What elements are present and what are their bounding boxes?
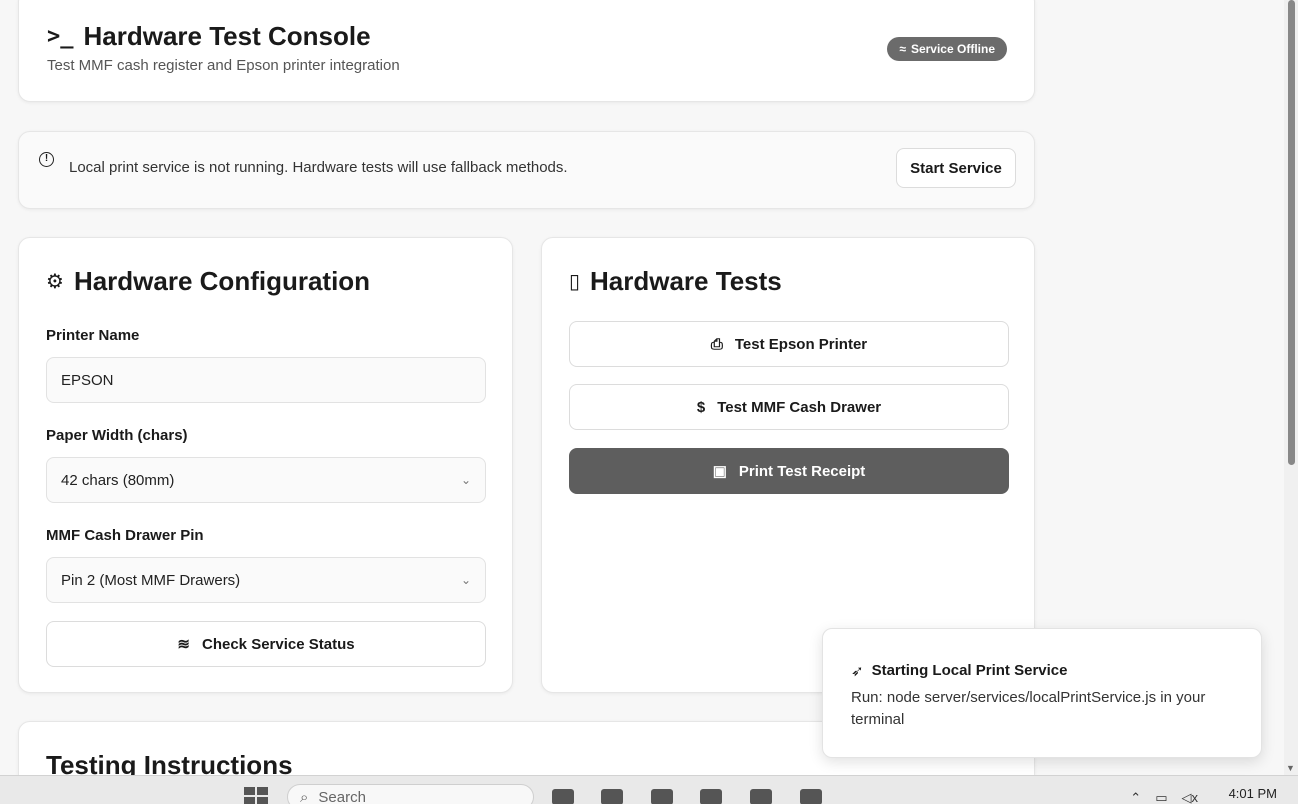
test-epson-printer-label: Test Epson Printer	[734, 335, 868, 353]
status-badge: ≈ Service Offline	[887, 37, 1007, 61]
chrome-icon[interactable]	[800, 789, 822, 804]
vertical-scrollbar[interactable]: ▼	[1284, 0, 1298, 775]
alert-message: Local print service is not running. Hard…	[69, 159, 568, 176]
tests-title-row: ▯ Hardware Tests	[569, 266, 782, 297]
configuration-title-row: ⚙ Hardware Configuration	[46, 266, 370, 297]
network-icon[interactable]: ▭	[1155, 790, 1167, 804]
test-tube-icon: ▯	[569, 271, 581, 293]
paper-width-value: 42 chars (80mm)	[61, 471, 175, 489]
terminal-icon: >_	[47, 24, 74, 49]
taskbar: ⌕ Search ⌃ ▭ ◁x 4:01 PM	[0, 775, 1298, 804]
page-title: Hardware Test Console	[83, 21, 371, 51]
print-test-receipt-label: Print Test Receipt	[738, 462, 866, 480]
scroll-down-icon[interactable]: ▼	[1286, 763, 1295, 773]
cash-drawer-pin-select[interactable]: Pin 2 (Most MMF Drawers) ⌄	[46, 557, 486, 603]
teams-icon[interactable]	[601, 789, 623, 804]
receipt-icon: ▣	[712, 463, 727, 480]
chevron-down-icon: ⌄	[460, 473, 471, 487]
service-alert: ! Local print service is not running. Ha…	[18, 131, 1035, 209]
toast-notification[interactable]: ➶ Starting Local Print Service Run: node…	[822, 628, 1262, 758]
dollar-icon: $	[696, 398, 706, 416]
search-icon: ⌕	[300, 788, 309, 804]
search-placeholder: Search	[318, 788, 366, 804]
windows-start-icon[interactable]	[244, 787, 268, 804]
status-badge-label: Service Offline	[910, 42, 995, 56]
check-service-status-label: Check Service Status	[202, 635, 355, 653]
hardware-tests-card: ▯ Hardware Tests ⎙ Test Epson Printer $ …	[541, 237, 1035, 693]
printer-icon: ⎙	[710, 335, 723, 353]
printer-name-label: Printer Name	[46, 327, 140, 344]
printer-name-value: EPSON	[61, 371, 114, 389]
configuration-title: Hardware Configuration	[73, 266, 371, 296]
wifi-icon: ≋	[177, 636, 190, 653]
paper-width-select[interactable]: 42 chars (80mm) ⌄	[46, 457, 486, 503]
hardware-configuration-card: ⚙ Hardware Configuration Printer Name EP…	[18, 237, 513, 693]
start-service-button[interactable]: Start Service	[896, 148, 1016, 188]
rocket-icon: ➶	[851, 663, 864, 680]
taskbar-search-input[interactable]: ⌕ Search	[287, 784, 534, 804]
header-card: >_ Hardware Test Console Test MMF cash r…	[18, 0, 1035, 102]
paper-width-label: Paper Width (chars)	[46, 427, 188, 444]
browser-icon[interactable]	[700, 789, 722, 804]
taskbar-clock[interactable]: 4:01 PM	[1229, 786, 1277, 801]
task-view-icon[interactable]	[552, 789, 574, 804]
toast-title: Starting Local Print Service	[871, 662, 1068, 679]
volume-icon[interactable]: ◁x	[1182, 790, 1199, 804]
system-tray: ⌃ ▭ ◁x	[1130, 790, 1198, 804]
toast-title-row: ➶ Starting Local Print Service	[851, 662, 1067, 680]
test-cash-drawer-button[interactable]: $ Test MMF Cash Drawer	[569, 384, 1009, 430]
test-cash-drawer-label: Test MMF Cash Drawer	[717, 398, 882, 416]
chevron-down-icon: ⌄	[460, 573, 471, 587]
title-row: >_ Hardware Test Console	[47, 21, 371, 52]
check-service-status-button[interactable]: ≋ Check Service Status	[46, 621, 486, 667]
print-test-receipt-button[interactable]: ▣ Print Test Receipt	[569, 448, 1009, 494]
scrollbar-thumb[interactable]	[1288, 0, 1295, 465]
cash-drawer-pin-label: MMF Cash Drawer Pin	[46, 527, 204, 544]
wifi-off-icon: ≈	[899, 42, 906, 56]
app-icon[interactable]	[651, 789, 673, 804]
file-explorer-icon[interactable]	[750, 789, 772, 804]
toast-message: Run: node server/services/localPrintServ…	[851, 689, 1206, 728]
printer-name-input[interactable]: EPSON	[46, 357, 486, 403]
tests-title: Hardware Tests	[590, 266, 782, 296]
test-epson-printer-button[interactable]: ⎙ Test Epson Printer	[569, 321, 1009, 367]
gear-icon: ⚙	[46, 271, 64, 293]
chevron-up-icon[interactable]: ⌃	[1130, 790, 1141, 804]
page-subtitle: Test MMF cash register and Epson printer…	[47, 57, 400, 74]
alert-circle-icon: !	[39, 152, 54, 167]
cash-drawer-pin-value: Pin 2 (Most MMF Drawers)	[61, 571, 241, 589]
